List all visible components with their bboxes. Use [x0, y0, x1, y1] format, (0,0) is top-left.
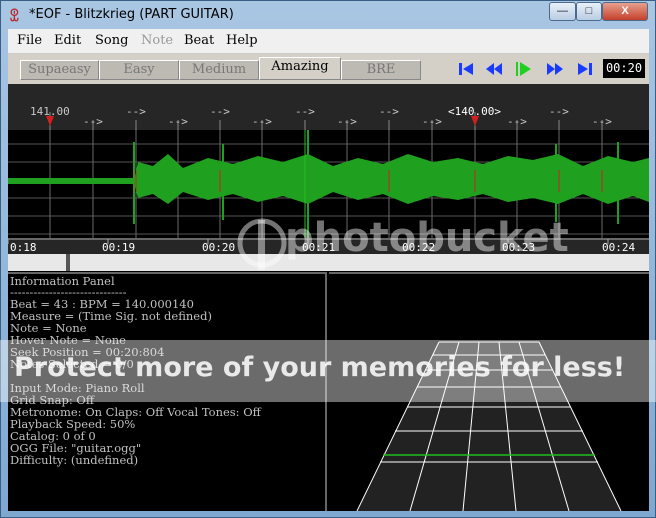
waveform-editor[interactable]: 141.00 <140.00> --> --> --> --> --> --> … — [8, 84, 649, 271]
menu-beat[interactable]: Beat — [184, 33, 214, 48]
menu-edit[interactable]: Edit — [54, 33, 81, 48]
beat-arrow: --> — [422, 115, 442, 128]
beat-arrow: --> — [295, 105, 315, 118]
tempo-label-mid: <140.00> — [448, 105, 501, 118]
scroll-thumb[interactable] — [66, 254, 70, 271]
skip-to-end-icon[interactable] — [575, 60, 595, 78]
info-difficulty: Difficulty: (undefined) — [10, 453, 139, 467]
menu-note[interactable]: Note — [141, 33, 173, 48]
tab-supaeasy[interactable]: Supaeasy — [20, 60, 99, 80]
beat-arrow: --> — [379, 105, 399, 118]
close-button[interactable]: X — [602, 2, 648, 21]
beat-arrow: --> — [252, 115, 272, 128]
time-label: 00:21 — [302, 241, 336, 254]
fretboard-3d-canvas — [356, 341, 622, 512]
beat-arrow: --> — [210, 105, 230, 118]
beat-arrow: --> — [126, 105, 146, 118]
info-notes-selected: Notes Selected = 0/0 — [10, 357, 134, 371]
beat-arrow: --> — [507, 115, 527, 128]
tab-medium[interactable]: Medium — [179, 60, 259, 80]
beat-arrow: --> — [83, 115, 103, 128]
fast-forward-icon[interactable] — [545, 60, 565, 78]
time-display: 00:20 — [603, 59, 645, 78]
horizontal-scrollbar[interactable] — [8, 254, 649, 271]
information-panel: Information Panel ----------------------… — [8, 272, 327, 511]
rewind-icon[interactable] — [484, 60, 504, 78]
eof-app-icon[interactable]: ꀾ — [9, 7, 23, 25]
beat-arrow: --> — [592, 115, 612, 128]
skip-to-start-icon[interactable] — [456, 60, 476, 78]
menu-song[interactable]: Song — [95, 33, 128, 48]
beat-arrow: --> — [337, 115, 357, 128]
time-label: 00:23 — [502, 241, 536, 254]
time-label: 00:20 — [202, 241, 236, 254]
tab-easy[interactable]: Easy — [99, 60, 179, 80]
client-area: File Edit Song Note Beat Help Supaeasy E… — [8, 29, 649, 512]
play-icon[interactable] — [515, 60, 535, 78]
minimize-button[interactable]: — — [549, 2, 576, 21]
beat-arrow: --> — [168, 115, 188, 128]
window-title: *EOF - Blitzkrieg (PART GUITAR) — [29, 7, 234, 22]
difficulty-toolbar: Supaeasy Easy Medium Amazing BRE 00:20 — [8, 54, 649, 84]
title-bar[interactable]: ꀾ *EOF - Blitzkrieg (PART GUITAR) — □ X — [1, 1, 655, 29]
time-label: 00:19 — [102, 241, 136, 254]
tab-bre[interactable]: BRE — [341, 60, 421, 80]
fretboard-preview — [329, 272, 649, 512]
menu-bar: File Edit Song Note Beat Help — [8, 29, 649, 54]
menu-help[interactable]: Help — [226, 33, 258, 48]
tab-amazing[interactable]: Amazing — [259, 57, 341, 80]
beat-arrow: --> — [549, 105, 569, 118]
time-label: 0:18 — [10, 241, 37, 254]
time-label: 00:24 — [602, 241, 636, 254]
time-label: 00:22 — [402, 241, 436, 254]
menu-file[interactable]: File — [17, 33, 42, 48]
eof-window: ꀾ *EOF - Blitzkrieg (PART GUITAR) — □ X … — [0, 0, 656, 518]
tempo-label-start: 141.00 — [30, 105, 70, 118]
maximize-button[interactable]: □ — [576, 2, 602, 21]
